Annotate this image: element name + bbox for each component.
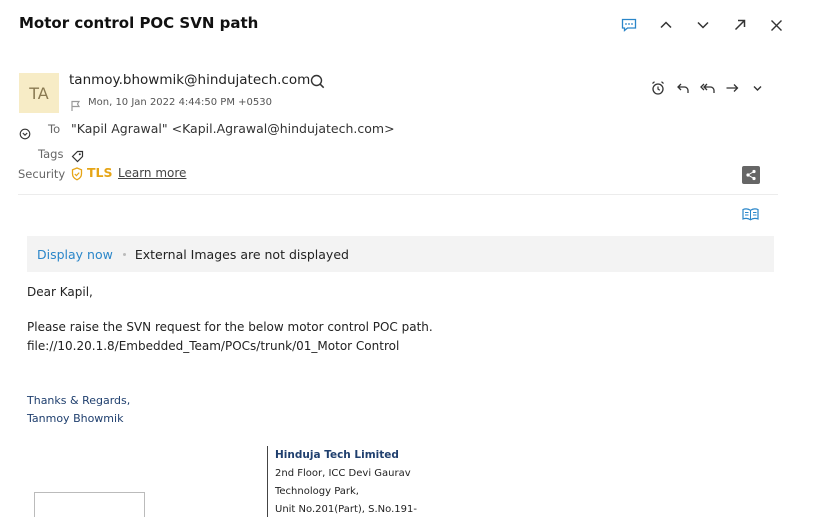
reply-all-icon[interactable] [695, 78, 720, 98]
popout-icon[interactable] [721, 14, 758, 36]
tls-badge: TLS [87, 165, 113, 180]
signature-logo-placeholder [34, 492, 145, 517]
share-icon[interactable] [742, 166, 760, 184]
address-line: 2nd Floor, ICC Devi Gaurav [275, 468, 411, 479]
chat-icon[interactable] [610, 14, 647, 36]
top-toolbar [610, 14, 795, 36]
message-actions [645, 78, 770, 98]
flag-icon[interactable] [70, 97, 82, 116]
chevron-up-icon[interactable] [647, 14, 684, 36]
email-subject: Motor control POC SVN path [19, 14, 259, 32]
reminder-icon[interactable] [645, 78, 670, 98]
forward-icon[interactable] [720, 78, 745, 98]
external-images-message: External Images are not displayed [134, 246, 349, 262]
reply-icon[interactable] [670, 78, 695, 98]
address-line: Technology Park, [275, 486, 359, 497]
expand-recipients-icon[interactable] [19, 125, 31, 144]
sender-email[interactable]: tanmoy.bhowmik@hindujatech.com [69, 72, 310, 88]
address-line: Unit No.201(Part), S.No.191- [275, 504, 417, 515]
tag-icon[interactable] [71, 148, 84, 167]
tags-label: Tags [38, 147, 64, 161]
company-name: Hinduja Tech Limited [275, 449, 399, 461]
email-date: Mon, 10 Jan 2022 4:44:50 PM +0530 [88, 97, 272, 108]
email-greeting: Dear Kapil, [27, 285, 93, 299]
email-body-line: Please raise the SVN request for the bel… [27, 320, 433, 334]
svn-path: file://10.20.1.8/Embedded_Team/POCs/trun… [27, 339, 400, 353]
header-divider [18, 194, 778, 195]
signature-regards: Thanks & Regards, [27, 394, 131, 407]
external-images-bar: Display now External Images are not disp… [27, 236, 774, 272]
more-dropdown-icon[interactable] [745, 78, 770, 98]
learn-more-link[interactable]: Learn more [118, 166, 186, 180]
reading-mode-icon[interactable] [742, 206, 759, 225]
signature-name: Tanmoy Bhowmik [27, 412, 124, 425]
search-icon[interactable] [310, 74, 325, 93]
separator-dot [122, 252, 126, 256]
sender-avatar: TA [19, 73, 59, 113]
recipient-address[interactable]: "Kapil Agrawal" <Kapil.Agrawal@hindujate… [71, 121, 395, 136]
security-label: Security [18, 167, 66, 181]
display-now-link[interactable]: Display now [37, 247, 113, 262]
signature-divider [267, 446, 268, 517]
to-label: To [48, 122, 61, 136]
chevron-down-icon[interactable] [684, 14, 721, 36]
close-icon[interactable] [758, 14, 795, 36]
shield-icon [71, 166, 83, 185]
